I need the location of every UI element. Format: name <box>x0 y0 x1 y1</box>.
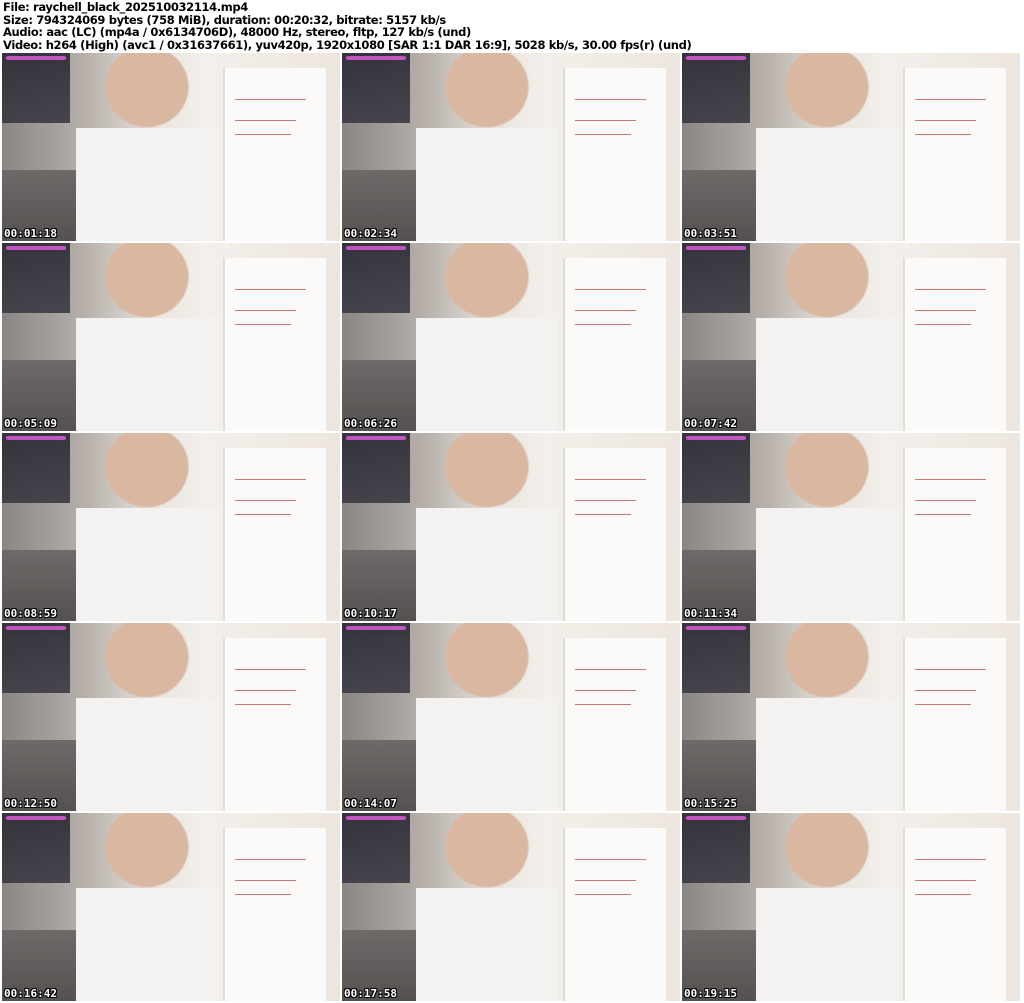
whiteboard <box>563 638 667 811</box>
video-thumbnail[interactable]: 00:15:25 <box>682 623 1020 811</box>
frame-timestamp: 00:08:59 <box>4 607 57 620</box>
person-figure <box>756 243 899 431</box>
whiteboard <box>903 448 1007 621</box>
stream-overlay-panel <box>2 433 70 503</box>
video-thumbnail[interactable]: 00:07:42 <box>682 243 1020 431</box>
person-figure <box>76 623 219 811</box>
video-thumbnail[interactable]: 00:05:09 <box>2 243 340 431</box>
video-thumbnail[interactable]: 00:08:59 <box>2 433 340 621</box>
stream-overlay-panel <box>2 53 70 123</box>
video-thumbnail[interactable]: 00:06:26 <box>342 243 680 431</box>
video-thumbnail[interactable]: 00:19:15 <box>682 813 1020 1001</box>
stream-overlay-panel <box>342 623 410 693</box>
stream-overlay-panel <box>2 813 70 883</box>
stream-overlay-panel <box>682 243 750 313</box>
whiteboard <box>223 638 327 811</box>
person-figure <box>416 53 559 241</box>
stream-overlay-panel <box>682 623 750 693</box>
person-figure <box>416 243 559 431</box>
whiteboard <box>563 68 667 241</box>
video-thumbnail[interactable]: 00:02:34 <box>342 53 680 241</box>
frame-timestamp: 00:12:50 <box>4 797 57 810</box>
frame-timestamp: 00:15:25 <box>684 797 737 810</box>
person-figure <box>76 433 219 621</box>
stream-overlay-panel <box>342 433 410 503</box>
stream-overlay-panel <box>2 623 70 693</box>
person-figure <box>76 813 219 1001</box>
frame-timestamp: 00:19:15 <box>684 987 737 1000</box>
whiteboard <box>903 68 1007 241</box>
stream-overlay-panel <box>682 433 750 503</box>
video-thumbnail[interactable]: 00:12:50 <box>2 623 340 811</box>
person-figure <box>756 813 899 1001</box>
thumbnail-grid: 00:01:18 00:02:34 00:03:51 00:05:09 00:06:26… <box>2 53 1022 1001</box>
stream-overlay-panel <box>682 813 750 883</box>
frame-timestamp: 00:02:34 <box>344 227 397 240</box>
person-figure <box>416 813 559 1001</box>
stream-overlay-panel <box>342 813 410 883</box>
video-thumbnail[interactable]: 00:10:17 <box>342 433 680 621</box>
video-thumbnail[interactable]: 00:03:51 <box>682 53 1020 241</box>
file-name: File: raychell_black_202510032114.mp4 <box>3 0 248 14</box>
whiteboard <box>563 828 667 1001</box>
stream-overlay-panel <box>342 243 410 313</box>
person-figure <box>756 53 899 241</box>
whiteboard <box>223 828 327 1001</box>
person-figure <box>756 623 899 811</box>
frame-timestamp: 00:03:51 <box>684 227 737 240</box>
person-figure <box>416 623 559 811</box>
frame-timestamp: 00:11:34 <box>684 607 737 620</box>
person-figure <box>76 53 219 241</box>
stream-overlay-panel <box>2 243 70 313</box>
frame-timestamp: 00:16:42 <box>4 987 57 1000</box>
whiteboard <box>903 258 1007 431</box>
frame-timestamp: 00:17:58 <box>344 987 397 1000</box>
frame-timestamp: 00:07:42 <box>684 417 737 430</box>
video-thumbnail[interactable]: 00:11:34 <box>682 433 1020 621</box>
stream-overlay-panel <box>342 53 410 123</box>
whiteboard <box>223 448 327 621</box>
whiteboard <box>223 68 327 241</box>
frame-timestamp: 00:10:17 <box>344 607 397 620</box>
video-info: Video: h264 (High) (avc1 / 0x31637661), … <box>3 37 692 52</box>
person-figure <box>756 433 899 621</box>
stream-overlay-panel <box>682 53 750 123</box>
person-figure <box>416 433 559 621</box>
person-figure <box>76 243 219 431</box>
file-info-header: File: raychell_black_202510032114.mp4 Si… <box>3 0 692 52</box>
whiteboard <box>903 828 1007 1001</box>
video-thumbnail[interactable]: 00:14:07 <box>342 623 680 811</box>
frame-timestamp: 00:14:07 <box>344 797 397 810</box>
whiteboard <box>903 638 1007 811</box>
video-thumbnail[interactable]: 00:01:18 <box>2 53 340 241</box>
frame-timestamp: 00:06:26 <box>344 417 397 430</box>
frame-timestamp: 00:01:18 <box>4 227 57 240</box>
video-thumbnail[interactable]: 00:17:58 <box>342 813 680 1001</box>
whiteboard <box>223 258 327 431</box>
whiteboard <box>563 258 667 431</box>
audio-info: Audio: aac (LC) (mp4a / 0x6134706D), 480… <box>3 25 471 40</box>
whiteboard <box>563 448 667 621</box>
video-thumbnail[interactable]: 00:16:42 <box>2 813 340 1001</box>
frame-timestamp: 00:05:09 <box>4 417 57 430</box>
